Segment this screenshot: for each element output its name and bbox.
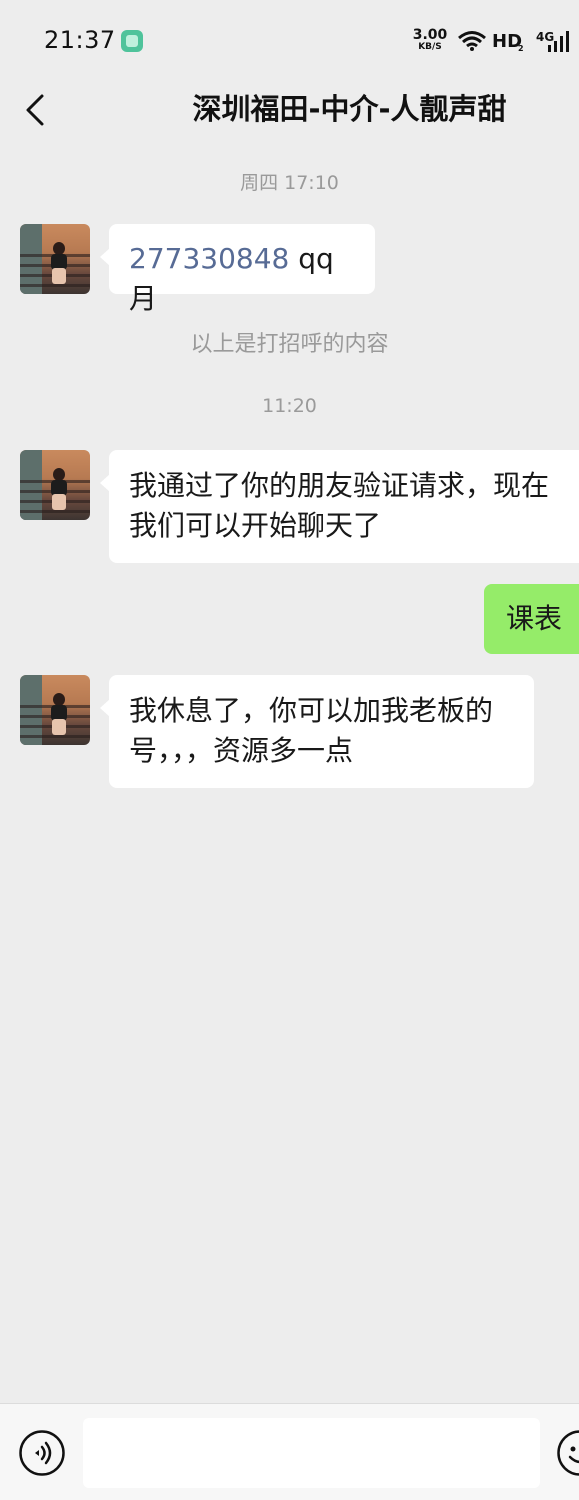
contact-avatar[interactable]: [20, 675, 90, 745]
wifi-icon: [457, 30, 487, 56]
app-notification-icon: [121, 30, 143, 52]
emoji-icon[interactable]: [556, 1429, 579, 1477]
contact-avatar[interactable]: [20, 224, 90, 294]
back-arrow-icon[interactable]: [22, 88, 50, 132]
message-timestamp: 11:20: [262, 395, 317, 417]
message-text: 我休息了，你可以加我老板的号，，，资源多一点: [129, 694, 494, 767]
message-text: 课表: [506, 602, 563, 635]
incoming-message-bubble[interactable]: 我休息了，你可以加我老板的号，，，资源多一点: [100, 675, 534, 788]
incoming-message-bubble[interactable]: 我通过了你的朋友验证请求，现在我们可以开始聊天了: [100, 450, 579, 563]
chat-header: 深圳福田-中介-人靓声甜: [0, 80, 579, 146]
chat-input-bar: [0, 1403, 579, 1500]
message-timestamp: 周四 17:10: [240, 172, 339, 194]
message-text: 我通过了你的朋友验证请求，现在我们可以开始聊天了: [129, 469, 550, 542]
qq-number-link[interactable]: 277330848: [129, 242, 289, 275]
network-speed-unit: KB/S: [418, 42, 442, 52]
network-speed-value: 3.00: [412, 27, 448, 43]
status-bar: 21:37 3.00 KB/S HD 2 4G: [0, 0, 579, 80]
system-message: 以上是打招呼的内容: [190, 332, 389, 357]
contact-avatar[interactable]: [20, 450, 90, 520]
chat-title: 深圳福田-中介-人靓声甜: [192, 92, 507, 126]
incoming-message-bubble[interactable]: 277330848 qq 月: [100, 224, 375, 315]
signal-icon: [548, 31, 572, 57]
message-input[interactable]: [83, 1418, 540, 1488]
hd-sub-label: 2: [518, 44, 524, 53]
voice-input-icon[interactable]: [18, 1429, 66, 1477]
outgoing-message-bubble[interactable]: 课表: [484, 584, 579, 654]
network-speed: 3.00 KB/S: [412, 28, 448, 52]
status-time: 21:37: [44, 26, 116, 54]
